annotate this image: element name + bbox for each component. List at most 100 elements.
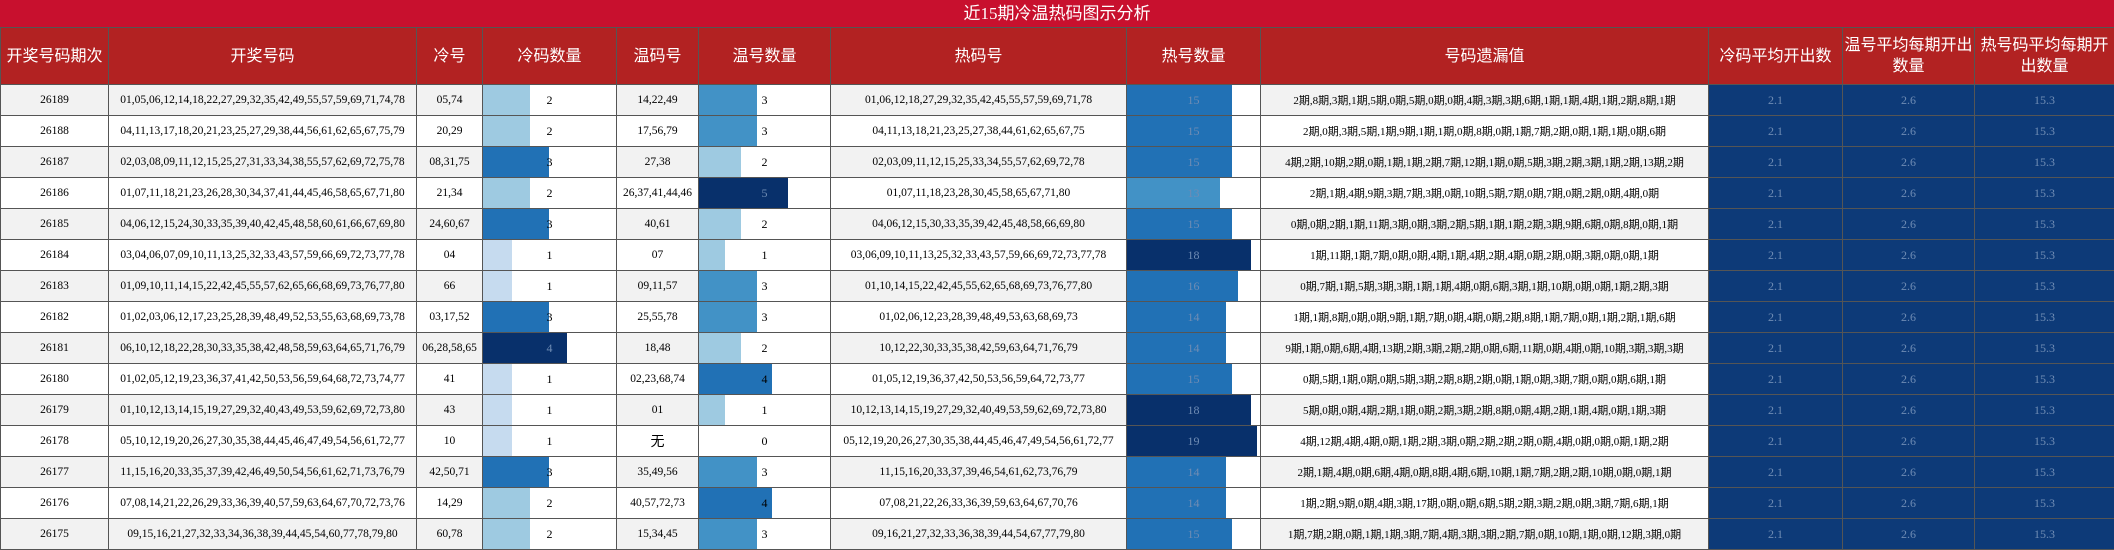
warm-count-cell: 1	[698, 239, 831, 271]
hot-avg-cell: 15.3	[1974, 84, 2114, 116]
warm-count-cell: 3	[698, 115, 831, 147]
hot-cell: 04,11,13,18,21,23,25,27,38,44,61,62,65,6…	[830, 115, 1127, 147]
numbers-cell: 01,09,10,11,14,15,22,42,45,55,57,62,65,6…	[108, 270, 417, 302]
warm-count-bar	[699, 240, 726, 270]
warm-count-value: 3	[761, 123, 768, 138]
warm-count-cell: 3	[698, 270, 831, 302]
cold-avg-cell: 2.1	[1708, 487, 1843, 519]
hot-count-cell: 13	[1126, 177, 1261, 209]
header-warm-count: 温号数量	[698, 27, 831, 85]
cold-avg-cell: 2.1	[1708, 456, 1843, 488]
cold-avg-cell: 2.1	[1708, 177, 1843, 209]
numbers-cell: 04,11,13,17,18,20,21,23,25,27,29,38,44,5…	[108, 115, 417, 147]
hot-avg-cell: 15.3	[1974, 146, 2114, 178]
issue-cell: 26181	[0, 332, 109, 364]
miss-cell: 4期,12期,4期,4期,0期,1期,2期,3期,0期,2期,2期,2期,0期,…	[1260, 425, 1709, 457]
cold-count-bar	[483, 302, 549, 332]
cold-count-value: 2	[546, 185, 553, 200]
table-row: 26180 01,02,05,12,19,23,36,37,41,42,50,53…	[0, 363, 2114, 395]
hot-count-bar	[1127, 147, 1233, 177]
hot-count-cell: 18	[1126, 394, 1261, 426]
warm-count-cell: 3	[698, 518, 831, 550]
numbers-cell: 01,10,12,13,14,15,19,27,29,32,40,43,49,5…	[108, 394, 417, 426]
warm-cell: 07	[616, 239, 699, 271]
hot-cell: 11,15,16,20,33,37,39,46,54,61,62,73,76,7…	[830, 456, 1127, 488]
cold-cell: 08,31,75	[416, 146, 483, 178]
hot-avg-cell: 15.3	[1974, 487, 2114, 519]
table-row: 26182 01,02,03,06,12,17,23,25,28,39,48,49…	[0, 301, 2114, 333]
header-issue: 开奖号码期次	[0, 27, 109, 85]
cold-cell: 10	[416, 425, 483, 457]
warm-count-value: 3	[761, 526, 768, 541]
hot-cell: 04,06,12,15,30,33,35,39,42,45,48,58,66,6…	[830, 208, 1127, 240]
warm-avg-cell: 2.6	[1842, 177, 1975, 209]
cold-count-bar	[483, 457, 549, 487]
cold-avg-cell: 2.1	[1708, 332, 1843, 364]
cold-count-bar	[483, 85, 531, 115]
warm-cell: 35,49,56	[616, 456, 699, 488]
warm-count-value: 5	[761, 185, 768, 200]
cold-cell: 43	[416, 394, 483, 426]
warm-count-bar	[699, 302, 757, 332]
cold-avg-cell: 2.1	[1708, 518, 1843, 550]
cold-count-value: 1	[546, 433, 553, 448]
warm-count-cell: 3	[698, 84, 831, 116]
warm-cell: 25,55,78	[616, 301, 699, 333]
table-row: 26176 07,08,14,21,22,26,29,33,36,39,40,57…	[0, 487, 2114, 519]
cold-count-value: 3	[546, 464, 553, 479]
numbers-cell: 11,15,16,20,33,35,37,39,42,46,49,50,54,5…	[108, 456, 417, 488]
cold-count-cell: 1	[482, 394, 617, 426]
miss-cell: 4期,2期,10期,2期,0期,1期,1期,2期,7期,12期,1期,0期,5期…	[1260, 146, 1709, 178]
hot-count-cell: 15	[1126, 518, 1261, 550]
cold-count-bar	[483, 364, 512, 394]
table-row: 26183 01,09,10,11,14,15,22,42,45,55,57,62…	[0, 270, 2114, 302]
cold-count-value: 1	[546, 278, 553, 293]
cold-avg-cell: 2.1	[1708, 208, 1843, 240]
warm-cell: 09,11,57	[616, 270, 699, 302]
warm-count-value: 1	[761, 247, 768, 262]
hot-count-value: 14	[1187, 309, 1200, 324]
cold-avg-cell: 2.1	[1708, 146, 1843, 178]
warm-avg-cell: 2.6	[1842, 456, 1975, 488]
hot-cell: 01,07,11,18,23,28,30,45,58,65,67,71,80	[830, 177, 1127, 209]
warm-count-cell: 2	[698, 146, 831, 178]
miss-cell: 0期,7期,1期,5期,3期,3期,1期,1期,4期,0期,6期,3期,1期,1…	[1260, 270, 1709, 302]
issue-cell: 26175	[0, 518, 109, 550]
numbers-cell: 01,05,06,12,14,18,22,27,29,32,35,42,49,5…	[108, 84, 417, 116]
cold-count-bar	[483, 209, 549, 239]
hot-count-cell: 14	[1126, 332, 1261, 364]
warm-count-cell: 4	[698, 363, 831, 395]
numbers-cell: 01,07,11,18,21,23,26,28,30,34,37,41,44,4…	[108, 177, 417, 209]
cold-count-bar	[483, 395, 512, 425]
header-hot-avg: 热号码平均每期开出数量	[1974, 27, 2114, 85]
hot-cell: 01,10,14,15,22,42,45,55,62,65,68,69,73,7…	[830, 270, 1127, 302]
numbers-cell: 04,06,12,15,24,30,33,35,39,40,42,45,48,5…	[108, 208, 417, 240]
cold-count-value: 2	[546, 495, 553, 510]
issue-cell: 26180	[0, 363, 109, 395]
warm-count-cell: 1	[698, 394, 831, 426]
data-table: 开奖号码期次 开奖号码 冷号 冷码数量 温码号 温号数量 热码号 热号数量 号码…	[0, 27, 2114, 550]
hot-avg-cell: 15.3	[1974, 301, 2114, 333]
table-row: 26184 03,04,06,07,09,10,11,13,25,32,33,43…	[0, 239, 2114, 271]
hot-count-value: 15	[1187, 92, 1200, 107]
warm-count-value: 2	[761, 216, 768, 231]
hot-count-cell: 15	[1126, 363, 1261, 395]
warm-count-value: 3	[761, 92, 768, 107]
numbers-cell: 02,03,08,09,11,12,15,25,27,31,33,34,38,5…	[108, 146, 417, 178]
table-row: 26187 02,03,08,09,11,12,15,25,27,31,33,34…	[0, 146, 2114, 178]
hot-avg-cell: 15.3	[1974, 239, 2114, 271]
warm-count-value: 4	[761, 371, 768, 386]
issue-cell: 26176	[0, 487, 109, 519]
hot-cell: 02,03,09,11,12,15,25,33,34,55,57,62,69,7…	[830, 146, 1127, 178]
hot-avg-cell: 15.3	[1974, 518, 2114, 550]
hot-count-value: 15	[1187, 371, 1200, 386]
warm-cell: 40,61	[616, 208, 699, 240]
hot-count-value: 14	[1187, 495, 1200, 510]
cold-count-cell: 2	[482, 84, 617, 116]
cold-count-value: 3	[546, 154, 553, 169]
hot-count-cell: 15	[1126, 84, 1261, 116]
hot-count-value: 15	[1187, 526, 1200, 541]
warm-count-cell: 2	[698, 332, 831, 364]
numbers-cell: 03,04,06,07,09,10,11,13,25,32,33,43,57,5…	[108, 239, 417, 271]
hot-count-value: 14	[1187, 340, 1200, 355]
